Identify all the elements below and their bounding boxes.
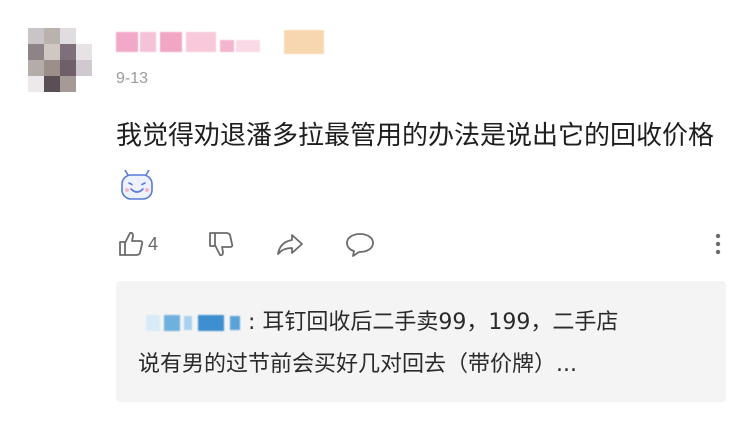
reply-text-line2: 说有男的过节前会买好几对回去（带价牌）...	[138, 352, 577, 377]
thumbs-up-icon	[116, 229, 146, 259]
avatar[interactable]	[28, 28, 92, 92]
thumbs-down-icon	[206, 229, 236, 259]
comment-text: 我觉得劝退潘多拉最管用的办法是说出它的回收价格	[116, 111, 726, 211]
reply-preview[interactable]: : 耳钉回收后二手卖99，199，二手店 说有男的过节前会买好几对回去（带价牌）…	[116, 281, 726, 402]
share-arrow-icon	[274, 229, 306, 259]
like-button[interactable]: 4	[116, 226, 158, 262]
like-count: 4	[148, 233, 159, 254]
dislike-button[interactable]	[206, 226, 236, 262]
vertical-dots-icon	[712, 229, 724, 259]
username-blurred[interactable]	[116, 30, 328, 56]
comment-actions: 4	[116, 226, 726, 262]
reply-text-line1: : 耳钉回收后二手卖99，199，二手店	[248, 310, 619, 335]
more-options-button[interactable]	[712, 226, 724, 262]
comment-body: 我觉得劝退潘多拉最管用的办法是说出它的回收价格	[116, 121, 715, 151]
grinning-face-emoji	[120, 167, 154, 200]
share-button[interactable]	[274, 226, 306, 262]
speech-bubble-icon	[344, 229, 376, 259]
reply-button[interactable]	[344, 226, 376, 262]
reply-username-blurred[interactable]	[138, 307, 248, 337]
comment-date: 9-13	[116, 70, 149, 87]
